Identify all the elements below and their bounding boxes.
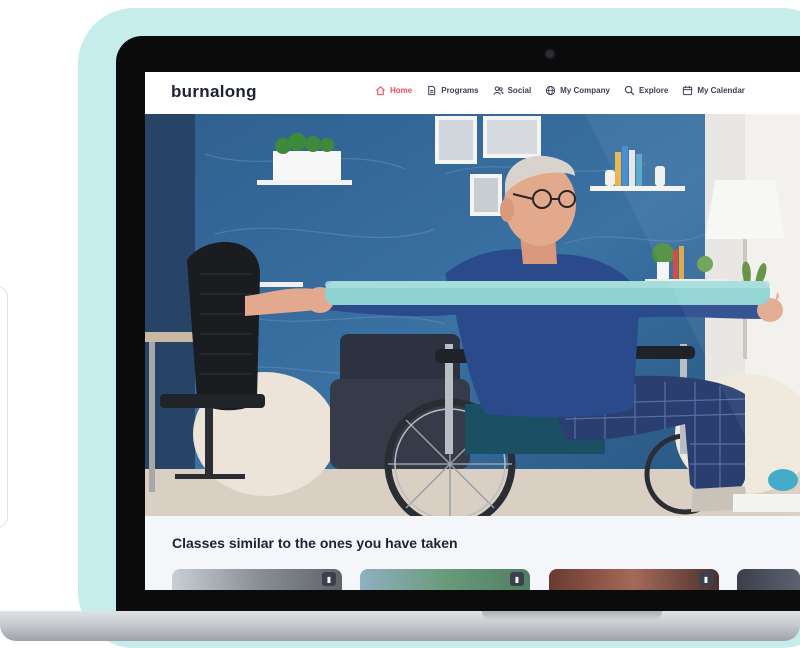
nav-item-social[interactable]: Social (493, 85, 532, 96)
people-icon (493, 86, 504, 95)
brand-logo[interactable]: burnalong (171, 82, 257, 102)
class-card[interactable] (737, 569, 800, 590)
nav-item-programs[interactable]: Programs (426, 85, 479, 96)
laptop-base (0, 611, 800, 641)
class-card[interactable]: ▮ (172, 569, 342, 590)
webcam-icon (546, 50, 554, 58)
laptop-notch (482, 611, 662, 621)
nav-item-label: Explore (638, 86, 669, 95)
laptop-screen: burnalong Home Programs Social My Compan… (145, 72, 800, 590)
nav-item-label: My Company (560, 86, 610, 95)
nav-item-my-company[interactable]: My Company (545, 85, 610, 96)
class-card[interactable]: ▮ (360, 569, 530, 590)
section-title: Classes similar to the ones you have tak… (172, 535, 458, 551)
home-icon (376, 86, 385, 96)
nav-item-label: Programs (441, 86, 479, 95)
calendar-icon (683, 85, 693, 96)
class-card[interactable]: ▮ (549, 569, 719, 590)
search-icon (624, 85, 635, 96)
nav-item-label: My Calendar (697, 86, 745, 95)
nav-menu: Home Programs Social My Company Explore … (375, 85, 745, 96)
nav-item-explore[interactable]: Explore (624, 85, 668, 96)
nav-item-home[interactable]: Home (375, 85, 412, 96)
top-navigation: burnalong Home Programs Social My Compan… (145, 72, 800, 114)
document-icon (428, 85, 436, 96)
bookmark-icon[interactable]: ▮ (322, 572, 336, 586)
nav-item-label: Social (507, 86, 532, 95)
similar-classes-section: Classes similar to the ones you have tak… (145, 516, 800, 590)
nav-item-label: Home (390, 86, 413, 95)
hero-image[interactable] (145, 114, 800, 516)
bookmark-icon[interactable]: ▮ (699, 572, 713, 586)
background-device-edge (0, 286, 8, 528)
globe-icon (546, 85, 556, 96)
nav-item-my-calendar[interactable]: My Calendar (682, 85, 745, 96)
hero-illustration (145, 114, 800, 516)
bookmark-icon[interactable]: ▮ (510, 572, 524, 586)
